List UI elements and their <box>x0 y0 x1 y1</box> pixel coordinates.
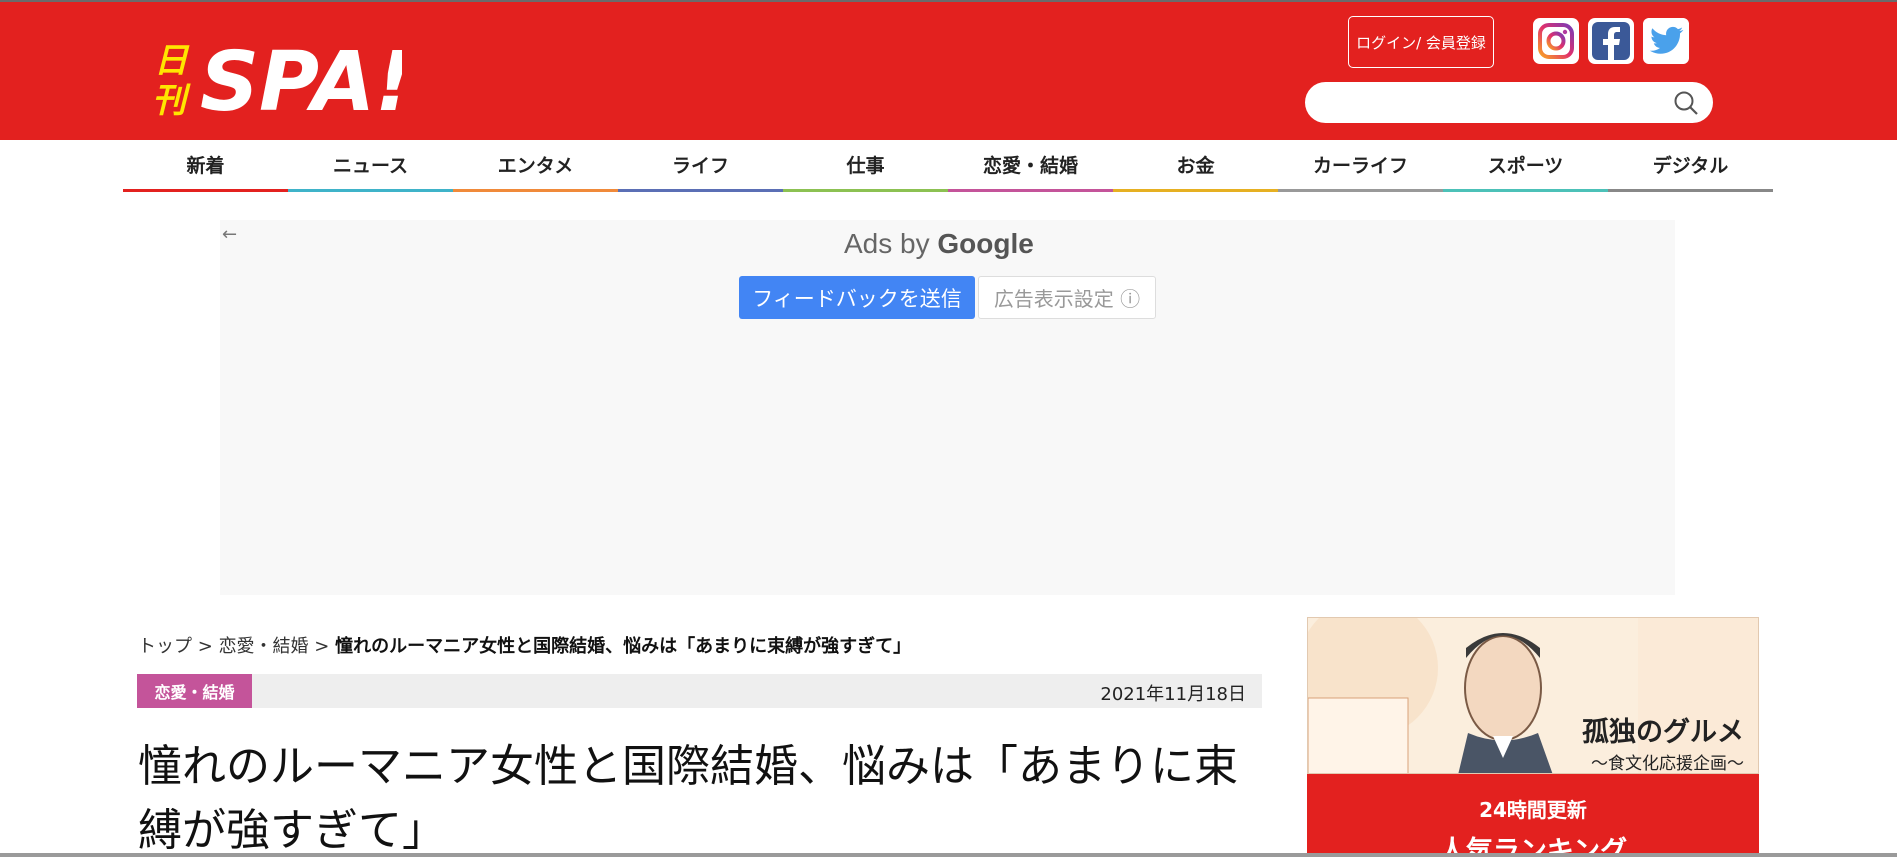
category-badge[interactable]: 恋愛・結婚 <box>137 674 252 708</box>
ads-by-label: Ads by <box>844 228 930 259</box>
nav-item-3[interactable]: ライフ <box>618 140 783 192</box>
site-logo[interactable]: 日 刊 SPA! <box>152 24 402 120</box>
banner-subtitle: 〜食文化応援企画〜 <box>1591 754 1744 774</box>
logo-small-text: 日 <box>154 41 190 81</box>
logo-small-text-2: 刊 <box>152 81 191 120</box>
nav-item-5[interactable]: 恋愛・結婚 <box>948 140 1113 192</box>
ranking-box[interactable]: 24時間更新 人気ランキング <box>1307 774 1759 867</box>
login-register-button[interactable]: ログイン/ 会員登録 <box>1348 16 1494 68</box>
breadcrumb: トップ > 恋愛・結婚 > 憧れのルーマニア女性と国際結婚、悩みは「あまりに束縛… <box>138 632 911 658</box>
breadcrumb-current: 憧れのルーマニア女性と国際結婚、悩みは「あまりに束縛が強すぎて」 <box>335 636 912 657</box>
nav-item-1[interactable]: ニュース <box>288 140 453 192</box>
nav-item-4[interactable]: 仕事 <box>783 140 948 192</box>
breadcrumb-category-link[interactable]: 恋愛・結婚 <box>219 636 309 657</box>
ad-settings-button[interactable]: 広告表示設定 ⓘ <box>978 276 1156 319</box>
send-feedback-button[interactable]: フィードバックを送信 <box>739 276 975 319</box>
category-nav: 新着 ニュース エンタメ ライフ 仕事 恋愛・結婚 お金 カーライフ スポーツ デジタル <box>123 140 1773 192</box>
breadcrumb-separator: > <box>314 636 330 657</box>
breadcrumb-separator: > <box>197 636 213 657</box>
window-bottom-edge <box>0 853 1897 857</box>
nav-item-7[interactable]: カーライフ <box>1278 140 1443 192</box>
kodoku-gourmet-banner[interactable]: 孤独のグルメ 〜食文化応援企画〜 <box>1307 617 1759 774</box>
ads-by-google: Ads by Google <box>844 228 1034 260</box>
banner-label: 孤独のグルメ 〜食文化応援企画〜 <box>1582 710 1744 774</box>
breadcrumb-top-link[interactable]: トップ <box>138 636 192 657</box>
site-header: 日 刊 SPA! ログイン/ 会員登録 <box>0 0 1897 140</box>
nav-item-0[interactable]: 新着 <box>123 140 288 192</box>
nav-item-8[interactable]: スポーツ <box>1443 140 1608 192</box>
google-wordmark: Google <box>937 228 1034 259</box>
search-input[interactable] <box>1323 82 1667 125</box>
facebook-icon[interactable] <box>1588 18 1634 64</box>
article-meta-bar: 恋愛・結婚 2021年11月18日 <box>137 674 1262 708</box>
ranking-update-label: 24時間更新 <box>1479 798 1587 822</box>
back-arrow-icon[interactable]: ← <box>222 224 237 245</box>
twitter-icon[interactable] <box>1643 18 1689 64</box>
nav-item-9[interactable]: デジタル <box>1608 140 1773 192</box>
nav-item-6[interactable]: お金 <box>1113 140 1278 192</box>
search-icon[interactable] <box>1673 90 1699 116</box>
logo-big-text: SPA! <box>200 35 402 120</box>
search-box <box>1305 82 1713 125</box>
article-date: 2021年11月18日 <box>1100 684 1246 705</box>
instagram-icon[interactable] <box>1533 18 1579 64</box>
article-title: 憧れのルーマニア女性と国際結婚、悩みは「あまりに束縛が強すぎて」 <box>138 741 1238 856</box>
nav-item-2[interactable]: エンタメ <box>453 140 618 192</box>
banner-title: 孤独のグルメ <box>1582 717 1744 748</box>
ranking-title: 人気ランキング <box>1438 836 1628 867</box>
